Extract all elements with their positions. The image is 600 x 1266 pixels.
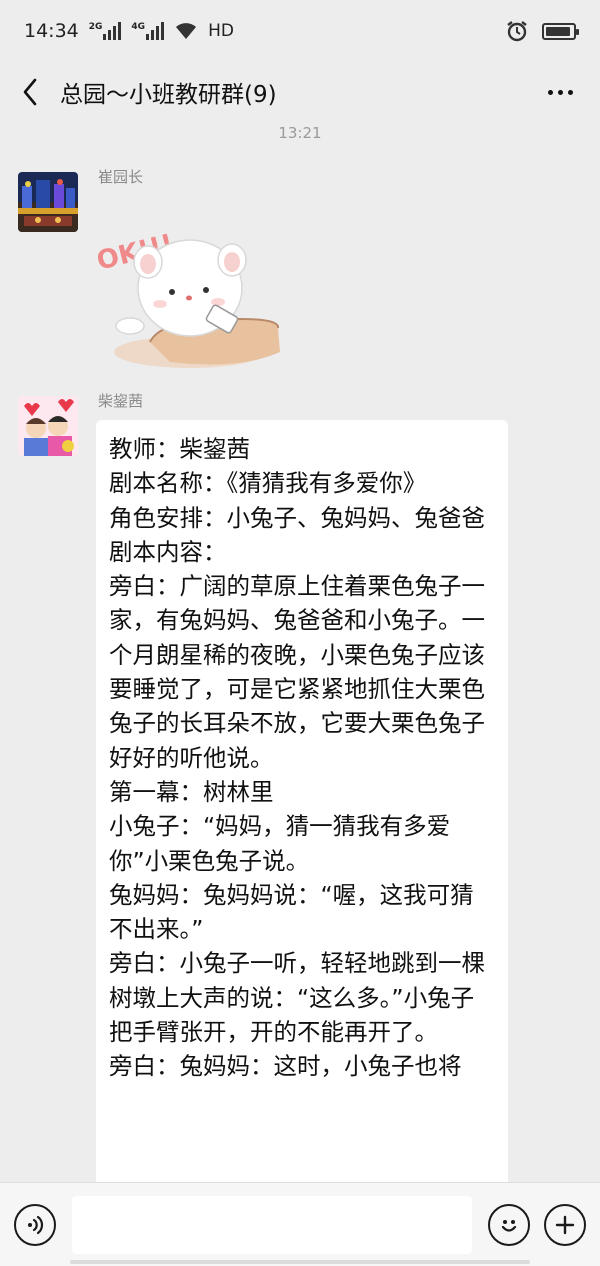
status-bar: 14:34 2G 4G HD [0,0,600,62]
message-line: 角色安排：小兔子、兔妈妈、兔爸爸 [109,503,485,532]
voice-button[interactable] [14,1203,56,1246]
message-line: 剧本内容： [109,537,227,566]
message-line: 兔妈妈：兔妈妈说：“喔，这我可猜不出来。” [109,880,474,944]
add-button[interactable] [544,1203,586,1246]
home-indicator [70,1260,530,1264]
message-line: 旁白：小兔子一听，轻轻地跳到一棵树墩上大声的说：“这么多。”小兔子把手臂张开，开… [109,949,485,1047]
message-line: 旁白：广阔的草原上住着栗色兔子一家，有兔妈妈、兔爸爸和小兔子。一个月朗星稀的夜晚… [109,572,485,772]
signal-4g-icon: 4G [131,22,165,40]
message-bubble[interactable]: 教师：柴鋆茜 剧本名称：《猜猜我有多爱你》 角色安排：小兔子、兔妈妈、兔爸爸 剧… [96,420,508,1210]
smiley-icon [501,1219,517,1232]
back-button[interactable] [0,62,60,122]
status-time: 14:34 [24,20,79,42]
chat-header: 总园～小班教研群(9) [0,62,600,122]
avatar[interactable] [18,172,78,232]
avatar[interactable] [18,396,78,456]
sender-name: 柴鋆茜 [98,392,144,410]
chevron-left-icon [23,78,37,106]
message-line: 旁白：兔妈妈：这时，小兔子也将 [109,1052,462,1081]
wifi-icon [176,23,197,39]
chat-title: 总园～小班教研群(9) [60,82,277,108]
message-line: 教师：柴鋆茜 [109,435,250,463]
input-bar [0,1182,600,1266]
plus-icon [555,1215,575,1234]
alarm-icon [507,21,527,42]
message-timestamp: 13:21 [278,124,322,142]
message-line: 小兔子：“妈妈，猜一猜我有多爱你”小栗色兔子说。 [109,812,451,875]
message-input[interactable] [72,1195,472,1254]
sender-name: 崔园长 [98,168,144,186]
battery-icon [542,22,579,40]
emoji-button[interactable] [488,1203,530,1246]
message-line: 第一幕：树林里 [109,777,274,806]
ok-sticker[interactable]: OK!!! [90,192,280,372]
voice-icon [28,1215,44,1234]
hd-label: HD [208,21,234,41]
signal-2g-icon: 2G [89,22,122,40]
more-options-button[interactable] [520,62,600,122]
message-line: 剧本名称：《猜猜我有多爱你》 [109,469,427,498]
